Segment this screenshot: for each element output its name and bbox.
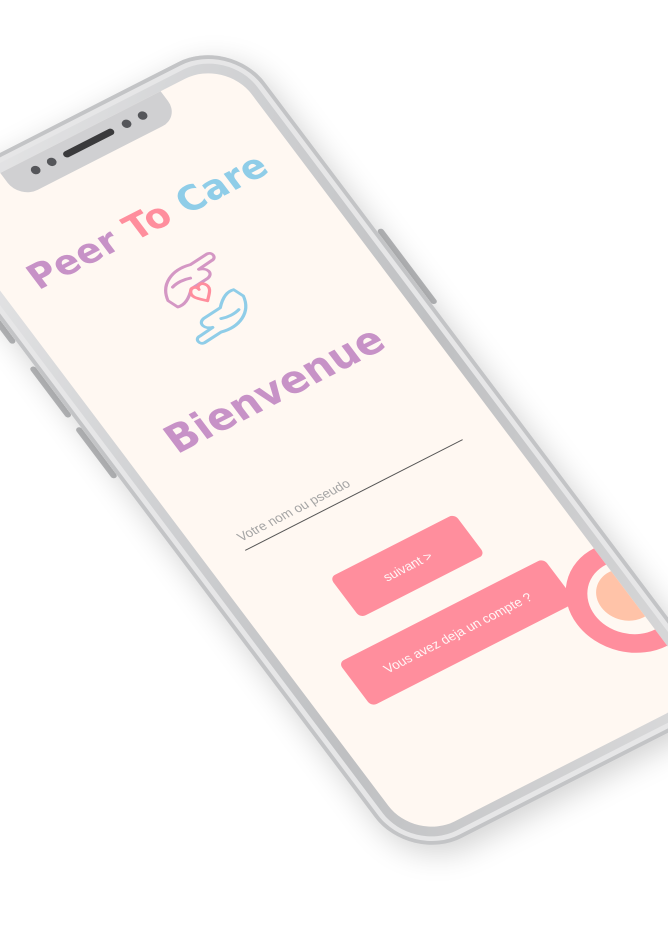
app-title-word-peer: Peer bbox=[18, 221, 129, 298]
app-title-word-to: To bbox=[115, 194, 181, 249]
hands-heart-icon bbox=[164, 252, 248, 345]
phone-device: Peer To Care Bienvenue Votre nom ou pseu… bbox=[0, 35, 668, 865]
mockup-stage: Peer To Care Bienvenue Votre nom ou pseu… bbox=[0, 0, 668, 932]
app-title-word-care: Care bbox=[167, 145, 277, 223]
